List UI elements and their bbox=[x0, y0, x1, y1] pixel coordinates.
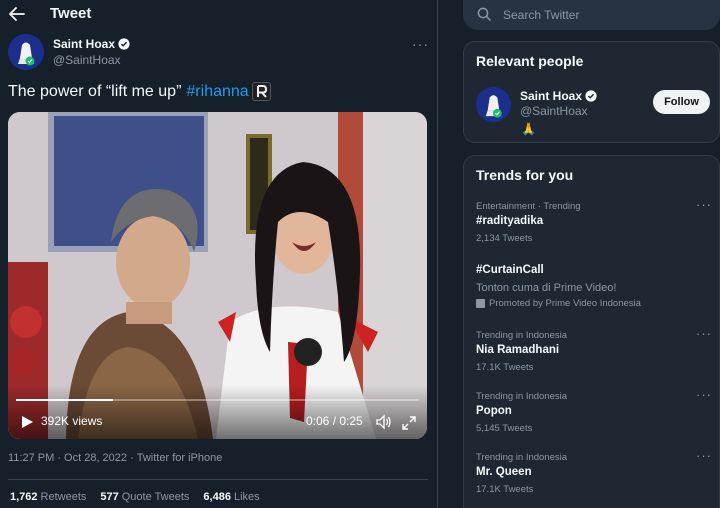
trend-context: Trending in Indonesia bbox=[476, 330, 568, 341]
likes-count: 6,486 bbox=[203, 491, 231, 503]
trends-panel: Trends for you Entertainment · Trending … bbox=[463, 155, 720, 508]
trend-count: 17.1K Tweets bbox=[476, 362, 534, 373]
trend-item[interactable]: Trending in Indonesia Mr. Queen 17.1K Tw… bbox=[464, 448, 719, 502]
retweets-count: 1,762 bbox=[10, 491, 38, 503]
relevant-people-panel: Relevant people Saint Hoax @SaintHoax 🙏 … bbox=[463, 41, 720, 143]
likes-label: Likes bbox=[233, 491, 260, 503]
page-title: Tweet bbox=[50, 5, 92, 22]
author-avatar[interactable] bbox=[8, 34, 44, 70]
tweet-text-body: The power of “lift me up” bbox=[8, 82, 182, 100]
verified-badge-icon bbox=[118, 38, 130, 50]
regional-indicator-r-icon bbox=[251, 82, 271, 101]
video-timecode: 0:06 / 0:25 bbox=[306, 414, 363, 428]
trend-name: #CurtainCall bbox=[476, 264, 544, 276]
trend-count: 2,134 Tweets bbox=[476, 233, 533, 244]
quote-tweets-label: Quote Tweets bbox=[121, 491, 190, 503]
tweet-text: The power of “lift me up” #rihanna bbox=[8, 82, 271, 101]
promoted-by: Promoted by Prime Video Indonesia bbox=[476, 298, 641, 309]
tweet-header: Tweet bbox=[0, 0, 438, 30]
relevant-name[interactable]: Saint Hoax bbox=[520, 89, 597, 103]
video-controls bbox=[8, 385, 427, 439]
search-icon bbox=[477, 7, 492, 22]
video-progress-bar[interactable] bbox=[16, 399, 419, 401]
retweets-stat[interactable]: 1,762 Retweets bbox=[10, 491, 86, 503]
trend-context: Trending in Indonesia bbox=[476, 391, 568, 402]
trend-name: #radityadika bbox=[476, 215, 544, 227]
video-progress-fill bbox=[16, 399, 113, 401]
quote-tweets-count: 577 bbox=[100, 491, 119, 503]
promoted-icon bbox=[476, 299, 485, 308]
relevant-name-text: Saint Hoax bbox=[520, 89, 583, 103]
tweet-stats: 1,762 Retweets 577 Quote Tweets 6,486 Likes bbox=[10, 491, 260, 503]
main-column: Tweet Saint Hoax @SaintHoax ··· The powe… bbox=[0, 0, 438, 508]
more-options-icon[interactable]: ··· bbox=[696, 448, 712, 463]
author-name[interactable]: Saint Hoax bbox=[53, 37, 130, 51]
fullscreen-icon[interactable] bbox=[402, 416, 416, 430]
relevant-handle[interactable]: @SaintHoax bbox=[520, 104, 588, 118]
trend-count: 5,145 Tweets bbox=[476, 423, 533, 434]
trend-item-promoted[interactable]: #CurtainCall Tonton cuma di Prime Video!… bbox=[464, 252, 719, 310]
trend-count: 17.1K Tweets bbox=[476, 484, 534, 495]
retweets-label: Retweets bbox=[40, 491, 87, 503]
verified-badge-icon bbox=[585, 90, 597, 102]
tweet-timestamp[interactable]: 11:27 PM · Oct 28, 2022 · bbox=[8, 452, 134, 464]
relevant-people-title: Relevant people bbox=[476, 53, 584, 69]
author-handle[interactable]: @SaintHoax bbox=[53, 53, 121, 67]
tweet-source[interactable]: Twitter for iPhone bbox=[137, 452, 223, 464]
relevant-bio: 🙏 bbox=[521, 122, 536, 136]
volume-icon[interactable] bbox=[376, 414, 392, 430]
trends-title: Trends for you bbox=[476, 167, 574, 183]
more-options-icon[interactable]: ··· bbox=[696, 387, 712, 402]
video-views: 392K views bbox=[41, 414, 103, 428]
trend-context: Trending in Indonesia bbox=[476, 452, 568, 463]
back-arrow-icon[interactable] bbox=[8, 4, 26, 24]
trend-context: Entertainment · Trending bbox=[476, 201, 581, 212]
video-player[interactable]: 392K views 0:06 / 0:25 bbox=[8, 112, 427, 439]
trend-name: Mr. Queen bbox=[476, 466, 532, 478]
trend-item[interactable]: Trending in Indonesia Popon 5,145 Tweets… bbox=[464, 387, 719, 441]
more-options-icon[interactable]: ··· bbox=[696, 197, 712, 212]
more-options-icon[interactable]: ··· bbox=[412, 36, 429, 52]
quote-tweets-stat[interactable]: 577 Quote Tweets bbox=[100, 491, 189, 503]
trend-item[interactable]: Entertainment · Trending #radityadika 2,… bbox=[464, 197, 719, 251]
divider bbox=[8, 479, 428, 480]
promoted-by-text: Promoted by Prime Video Indonesia bbox=[489, 298, 641, 309]
trend-name: Nia Ramadhani bbox=[476, 344, 560, 356]
more-options-icon[interactable]: ··· bbox=[696, 326, 712, 341]
search-input[interactable] bbox=[503, 6, 703, 24]
follow-button[interactable]: Follow bbox=[653, 90, 710, 114]
tweet-meta: 11:27 PM · Oct 28, 2022 · Twitter for iP… bbox=[8, 452, 222, 464]
trend-name: Popon bbox=[476, 405, 512, 417]
relevant-avatar[interactable] bbox=[476, 87, 511, 122]
play-icon[interactable] bbox=[20, 415, 34, 429]
likes-stat[interactable]: 6,486 Likes bbox=[203, 491, 259, 503]
trend-item[interactable]: Trending in Indonesia Nia Ramadhani 17.1… bbox=[464, 326, 719, 380]
hashtag-link[interactable]: #rihanna bbox=[186, 83, 248, 101]
search-box[interactable] bbox=[463, 0, 720, 30]
author-name-text: Saint Hoax bbox=[53, 37, 116, 51]
trend-description: Tonton cuma di Prime Video! bbox=[476, 282, 617, 294]
